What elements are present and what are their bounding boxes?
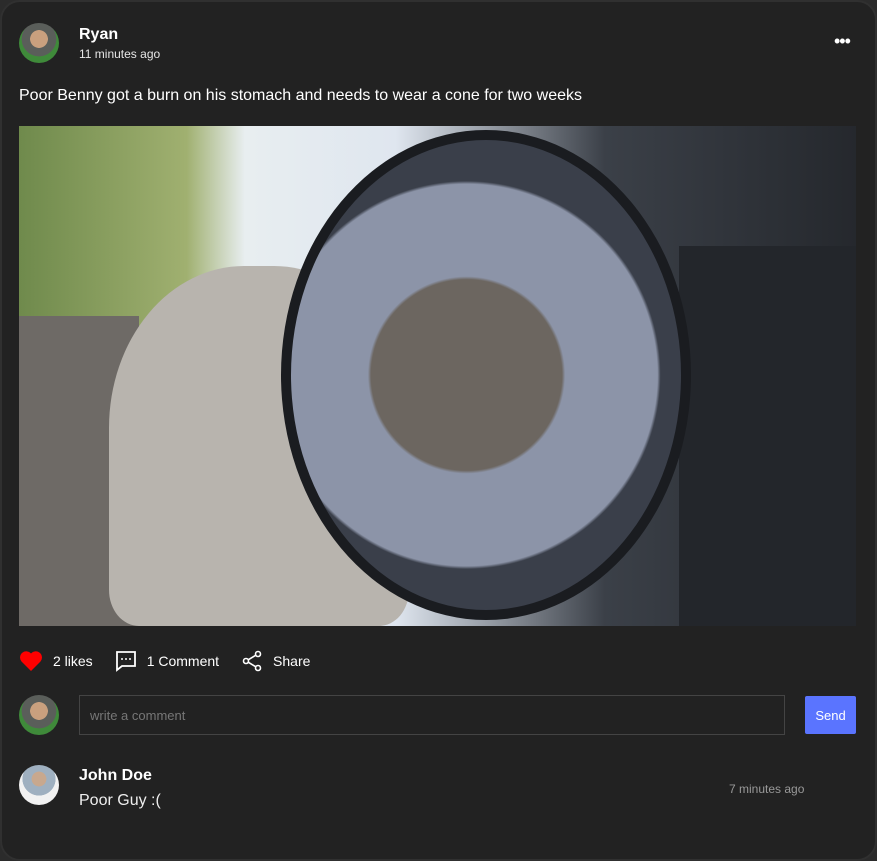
share-label: Share bbox=[273, 653, 311, 669]
commenter-name[interactable]: John Doe bbox=[79, 767, 152, 785]
share-icon bbox=[242, 650, 262, 672]
comment-input[interactable] bbox=[79, 695, 785, 735]
commenter-avatar[interactable] bbox=[19, 765, 59, 805]
current-user-avatar bbox=[19, 695, 59, 735]
comment-icon bbox=[115, 651, 136, 672]
author-avatar[interactable] bbox=[19, 23, 59, 63]
comment-text: Poor Guy :( bbox=[79, 792, 161, 809]
post-image bbox=[19, 126, 856, 626]
comments-count: 1 Comment bbox=[146, 653, 220, 669]
author-name[interactable]: Ryan bbox=[79, 26, 118, 44]
post-card: Ryan 11 minutes ago ••• Poor Benny got a… bbox=[0, 0, 877, 861]
post-time: 11 minutes ago bbox=[79, 47, 161, 61]
likes-count: 2 likes bbox=[53, 653, 93, 669]
heart-icon bbox=[20, 651, 42, 671]
comment-button[interactable]: 1 Comment bbox=[115, 650, 219, 672]
more-horizontal-icon[interactable]: ••• bbox=[834, 32, 851, 50]
post-actions: 2 likes 1 Comment Share bbox=[19, 650, 332, 672]
send-button[interactable]: Send bbox=[805, 696, 856, 734]
like-button[interactable]: 2 likes bbox=[19, 650, 93, 672]
post-text: Poor Benny got a burn on his stomach and… bbox=[19, 87, 582, 104]
comment-time: 7 minutes ago bbox=[729, 782, 805, 796]
share-button[interactable]: Share bbox=[241, 650, 310, 672]
